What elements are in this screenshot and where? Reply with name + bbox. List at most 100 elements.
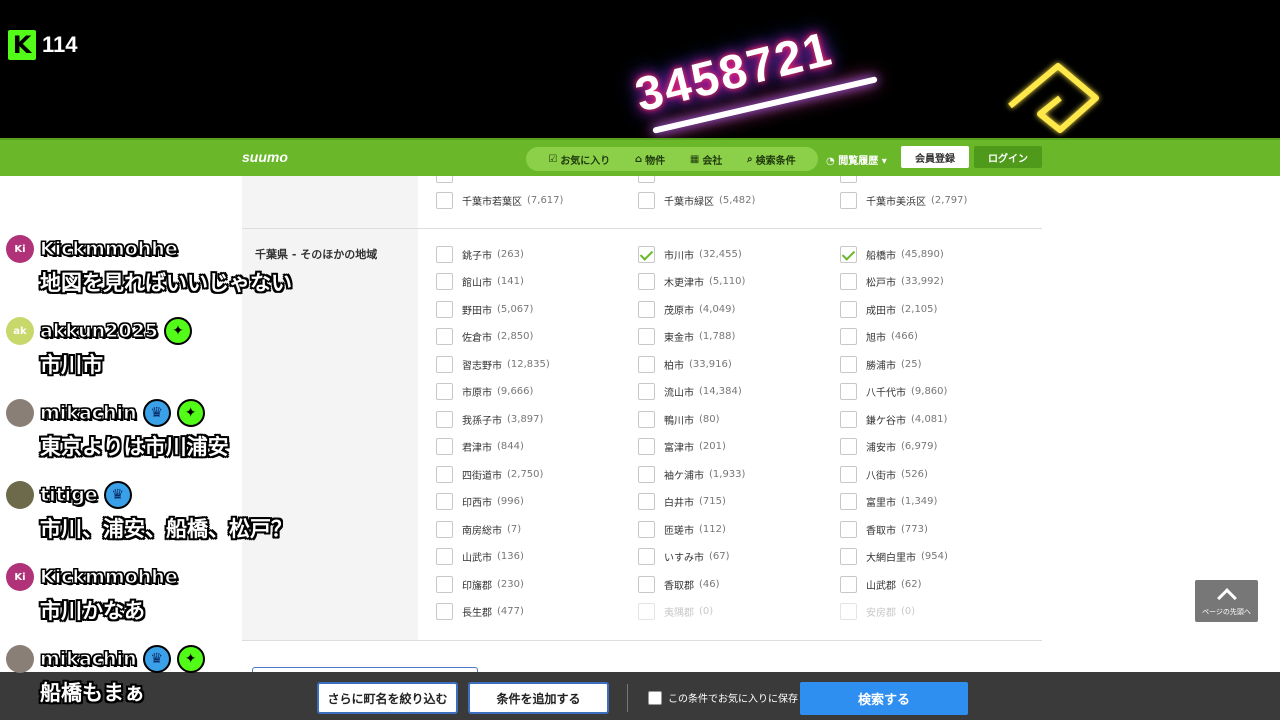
city-option[interactable]: 流山市 (14,384) [638, 382, 742, 402]
city-option[interactable]: 匝瑳市 (112) [638, 519, 726, 539]
checkbox[interactable] [840, 520, 857, 538]
checkbox[interactable] [840, 575, 857, 593]
chat-username[interactable]: akkun2025 [39, 320, 158, 343]
city-option[interactable]: 旭市 (466) [840, 327, 918, 347]
login-button[interactable]: ログイン [974, 146, 1042, 168]
nav-item[interactable]: ⌕ 検索条件 [747, 152, 796, 167]
checkbox[interactable] [638, 300, 655, 318]
nav-item[interactable]: ▦ 会社 [690, 152, 722, 167]
nav-item[interactable]: ⌂ 物件 [635, 152, 665, 167]
city-option[interactable]: 佐倉市 (2,850) [436, 327, 533, 347]
search-button[interactable]: 検索する [800, 682, 968, 715]
history-menu[interactable]: ◔ 閲覧履歴 ▾ [826, 152, 887, 167]
city-option[interactable]: 柏市 (33,916) [638, 354, 732, 374]
city-option[interactable]: 八千代市 (9,860) [840, 382, 947, 402]
checkbox[interactable] [436, 575, 453, 593]
checkbox[interactable] [436, 493, 453, 510]
chat-username[interactable]: titige [40, 484, 99, 507]
city-option[interactable]: 我孫子市 (3,897) [436, 409, 543, 429]
checkbox[interactable] [840, 548, 857, 565]
city-option[interactable]: 茂原市 (4,049) [638, 299, 735, 319]
avatar[interactable] [6, 399, 34, 427]
city-option[interactable]: 野田市 (5,067) [436, 299, 533, 319]
checkbox[interactable] [436, 328, 453, 345]
city-option[interactable]: 君津市 (844) [436, 437, 524, 457]
city-option[interactable]: 山武市 (136) [436, 547, 524, 567]
checkbox[interactable] [436, 520, 453, 538]
city-option[interactable]: 長生郡 (477) [436, 602, 524, 622]
avatar[interactable]: Ki [6, 235, 34, 263]
chat-username[interactable]: Kickmmohhe [40, 566, 179, 589]
checkbox[interactable] [638, 328, 655, 345]
city-option[interactable]: 八街市 (526) [840, 464, 928, 484]
city-option[interactable]: 市原市 (9,666) [436, 382, 533, 402]
city-option[interactable]: 松戸市 (33,992) [840, 272, 944, 292]
city-option[interactable]: いすみ市 (67) [638, 547, 730, 567]
city-option[interactable]: 南房総市 (7) [436, 519, 521, 539]
city-option[interactable]: 白井市 (715) [638, 492, 726, 512]
city-option[interactable]: 鎌ケ谷市 (4,081) [840, 409, 947, 429]
checkbox[interactable] [638, 493, 655, 510]
avatar[interactable]: ak [6, 317, 34, 345]
page-top-button[interactable]: ページの先頭へ [1195, 580, 1258, 622]
city-option[interactable]: 成田市 (2,105) [840, 299, 937, 319]
city-option[interactable]: 大網白里市 (954) [840, 547, 948, 567]
checkbox[interactable] [436, 191, 453, 209]
city-option[interactable]: 船橋市 (45,890) [840, 244, 944, 264]
city-option[interactable]: 鴨川市 (80) [638, 409, 720, 429]
checkbox[interactable] [436, 465, 453, 483]
checkbox-checked[interactable] [638, 245, 655, 263]
checkbox[interactable] [436, 548, 453, 565]
city-option[interactable]: 富里市 (1,349) [840, 492, 937, 512]
city-option[interactable]: 香取市 (773) [840, 519, 928, 539]
city-option[interactable]: 富津市 (201) [638, 437, 726, 457]
chat-username[interactable]: mikachin [40, 402, 138, 425]
checkbox[interactable] [840, 191, 857, 209]
checkbox[interactable] [436, 383, 453, 400]
checkbox[interactable] [638, 575, 655, 593]
city-option[interactable]: 山武郡 (62) [840, 574, 922, 594]
chat-username[interactable]: mikachin [40, 648, 138, 671]
checkbox[interactable] [840, 410, 857, 428]
city-option[interactable]: 東金市 (1,788) [638, 327, 735, 347]
checkbox[interactable] [638, 520, 655, 538]
checkbox[interactable] [638, 355, 655, 373]
checkbox[interactable] [638, 465, 655, 483]
checkbox[interactable] [840, 176, 857, 183]
city-option[interactable]: 四街道市 (2,750) [436, 464, 543, 484]
save-favorite-checkbox[interactable] [648, 690, 662, 705]
city-option[interactable]: 市川市 (32,455) [638, 244, 742, 264]
checkbox[interactable] [840, 300, 857, 318]
city-option[interactable]: 香取郡 (46) [638, 574, 720, 594]
checkbox[interactable] [638, 273, 655, 290]
city-option[interactable]: 千葉市緑区 (5,482) [638, 190, 755, 210]
city-option[interactable]: 館山市 (141) [436, 272, 524, 292]
register-button[interactable]: 会員登録 [901, 146, 969, 168]
checkbox[interactable] [840, 273, 857, 290]
checkbox[interactable] [436, 176, 453, 183]
checkbox[interactable] [436, 355, 453, 373]
city-option[interactable]: 袖ケ浦市 (1,933) [638, 464, 745, 484]
city-option[interactable]: 印西市 (996) [436, 492, 524, 512]
city-option[interactable]: 勝浦市 (25) [840, 354, 922, 374]
checkbox[interactable] [638, 438, 655, 455]
checkbox[interactable] [638, 176, 655, 183]
checkbox[interactable] [840, 493, 857, 510]
city-option[interactable]: 千葉市美浜区 (2,797) [840, 190, 967, 210]
checkbox[interactable] [638, 383, 655, 400]
city-option[interactable]: 千葉市若葉区 (7,617) [436, 190, 563, 210]
checkbox[interactable] [436, 410, 453, 428]
checkbox[interactable] [840, 465, 857, 483]
checkbox[interactable] [436, 300, 453, 318]
checkbox[interactable] [436, 603, 453, 620]
checkbox[interactable] [840, 328, 857, 345]
city-option[interactable]: 木更津市 (5,110) [638, 272, 745, 292]
checkbox[interactable] [436, 273, 453, 290]
city-option[interactable]: 浦安市 (6,979) [840, 437, 937, 457]
city-option[interactable]: 銚子市 (263) [436, 244, 524, 264]
avatar[interactable]: Ki [6, 563, 34, 591]
suumo-logo[interactable]: suumo [242, 149, 288, 165]
save-favorite-option[interactable]: この条件でお気に入りに保存 [648, 690, 798, 705]
checkbox[interactable] [840, 438, 857, 455]
checkbox[interactable] [638, 410, 655, 428]
